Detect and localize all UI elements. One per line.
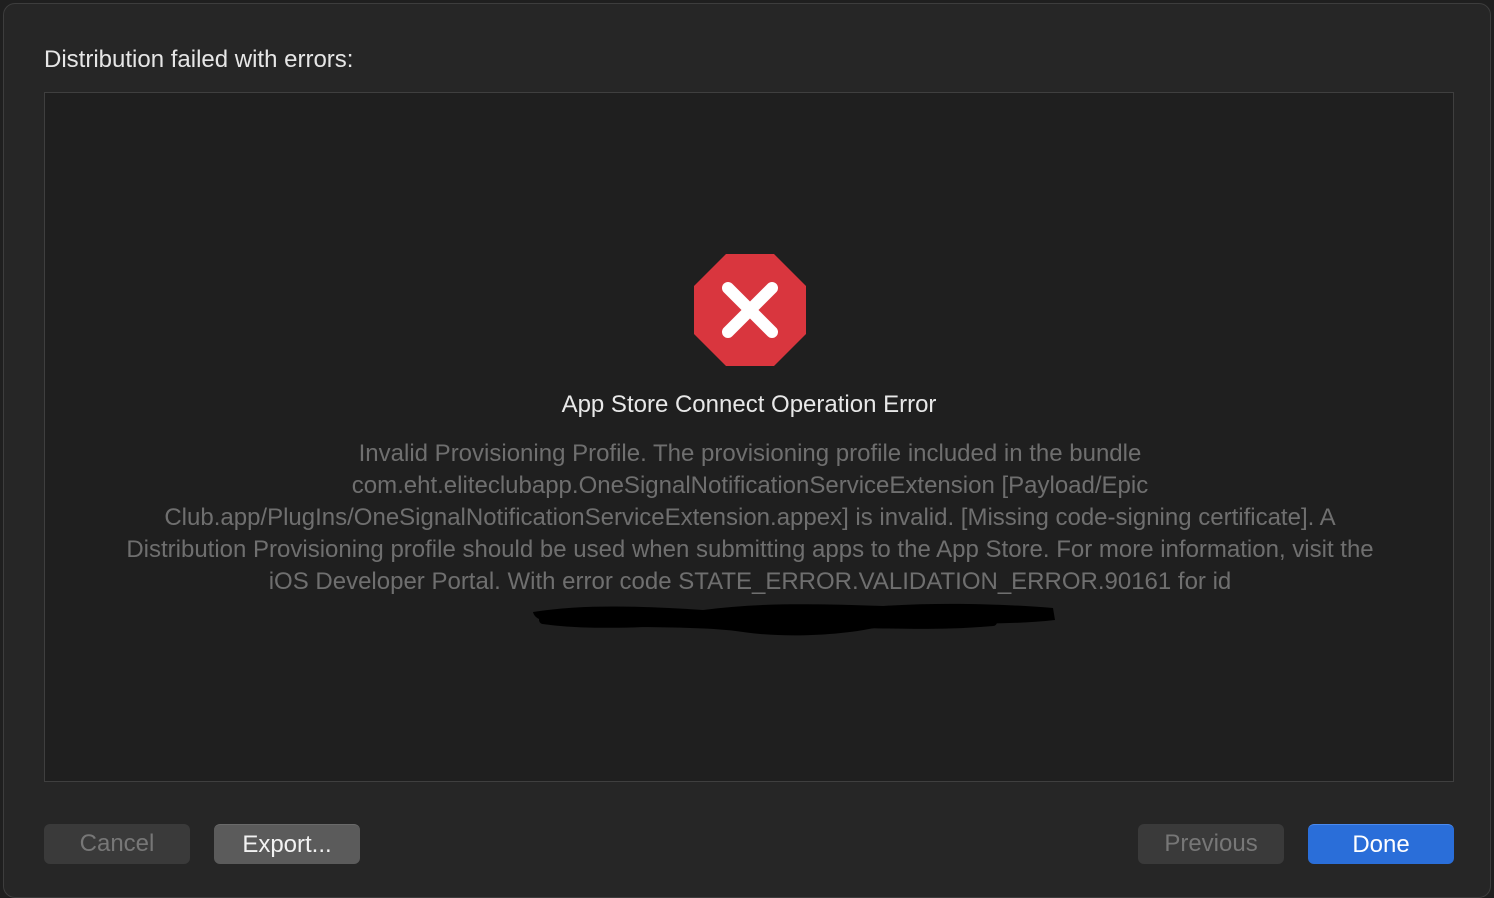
redaction-scribble xyxy=(533,603,1055,636)
done-button[interactable]: Done xyxy=(1308,824,1454,864)
cancel-button[interactable]: Cancel xyxy=(44,824,190,864)
error-message: Invalid Provisioning Profile. The provis… xyxy=(126,440,1374,595)
dialog-heading: Distribution failed with errors: xyxy=(44,46,354,73)
error-title: App Store Connect Operation Error xyxy=(561,391,937,418)
export-button[interactable]: Export... xyxy=(214,824,360,864)
error-x-octagon-icon xyxy=(694,254,806,366)
previous-button[interactable]: Previous xyxy=(1138,824,1284,864)
distribution-dialog: Distribution failed with errors: App Sto… xyxy=(3,3,1491,898)
error-panel: App Store Connect Operation Error Invali… xyxy=(44,92,1454,782)
